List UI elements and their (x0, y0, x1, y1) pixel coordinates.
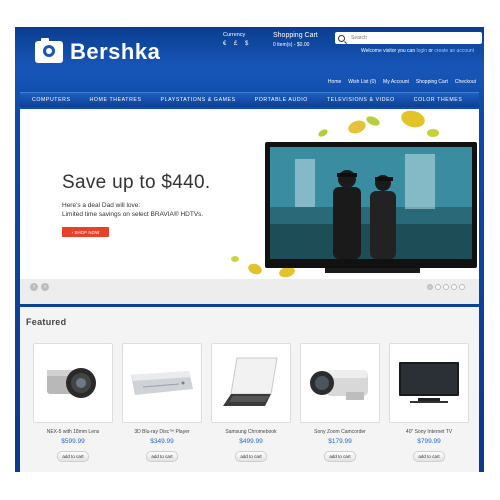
slider-dot[interactable] (443, 284, 449, 290)
add-to-cart-button[interactable]: add to cart (413, 451, 445, 462)
product-name[interactable]: 3D Blu-ray Disc™ Player (134, 429, 189, 435)
tv-banner-image (231, 110, 477, 278)
product-card: 40" Sony Internet TV $799.99 add to cart (389, 343, 469, 462)
product-card: NEX-5 with 18mm Lens $599.99 add to cart (33, 343, 113, 462)
slider-dot[interactable] (451, 284, 457, 290)
brand-name: Bershka (70, 39, 161, 64)
bluray-player-icon (131, 371, 193, 395)
header-cart[interactable]: Shopping Cart 0 item(s) - $0.00 (273, 32, 318, 48)
featured-title: Featured (26, 317, 67, 327)
slider-dot[interactable] (459, 284, 465, 290)
product-image[interactable] (389, 343, 469, 423)
main-nav: COMPUTERS HOME THEATRES PLAYSTATIONS & G… (20, 92, 479, 107)
nav-item-computers[interactable]: COMPUTERS (32, 97, 71, 103)
register-link[interactable]: create an account (434, 48, 474, 54)
product-price: $499.99 (239, 438, 263, 445)
search-input[interactable] (351, 35, 471, 41)
toplink-home[interactable]: Home (328, 79, 341, 85)
product-price: $349.99 (150, 438, 174, 445)
nav-item-portable-audio[interactable]: PORTABLE AUDIO (255, 97, 308, 103)
nav-item-televisions[interactable]: TELEVISIONS & VIDEO (327, 97, 395, 103)
add-to-cart-button[interactable]: add to cart (57, 451, 89, 462)
product-image[interactable] (33, 343, 113, 423)
add-to-cart-button[interactable]: add to cart (324, 451, 356, 462)
product-name[interactable]: 40" Sony Internet TV (406, 429, 452, 435)
product-name[interactable]: Sony Zoom Camcorder (314, 429, 366, 435)
nav-item-playstations[interactable]: PLAYSTATIONS & GAMES (161, 97, 236, 103)
add-to-cart-button[interactable]: add to cart (235, 451, 267, 462)
currency-label: Currency (223, 32, 246, 38)
page-frame: Bershka Currency € £ $ Shopping Cart 0 i… (15, 27, 484, 472)
product-image[interactable] (300, 343, 380, 423)
product-name[interactable]: Samsung Chromebook (225, 429, 276, 435)
featured-section: Featured NEX-5 with 18mm Lens $599.99 ad… (20, 307, 479, 472)
welcome-text: Welcome visitor you can (361, 48, 416, 54)
top-links: Home Wish List (0) My Account Shopping C… (328, 79, 476, 85)
slider-headline: Save up to $440. (62, 172, 211, 193)
welcome-message: Welcome visitor you can login or create … (361, 48, 474, 54)
product-card: Samsung Chromebook $499.99 add to cart (211, 343, 291, 462)
toplink-wishlist[interactable]: Wish List (0) (348, 79, 376, 85)
next-arrow-icon[interactable]: › (41, 283, 49, 291)
or-text: or (428, 48, 433, 54)
product-price: $799.99 (417, 438, 441, 445)
nav-item-home-theatres[interactable]: HOME THEATRES (90, 97, 142, 103)
login-link[interactable]: login (417, 48, 428, 54)
hero-slider: Save up to $440. Here's a deal Dad will … (20, 109, 479, 304)
product-price: $599.99 (61, 438, 85, 445)
currency-selector: Currency € £ $ (223, 32, 251, 47)
slider-pagination (427, 284, 465, 290)
tv-icon (399, 362, 459, 403)
product-name[interactable]: NEX-5 with 18mm Lens (47, 429, 100, 435)
product-card: Sony Zoom Camcorder $179.99 add to cart (300, 343, 380, 462)
toplink-account[interactable]: My Account (383, 79, 409, 85)
slider-arrows: ‹ › (30, 283, 49, 291)
cart-label: Shopping Cart (273, 32, 318, 39)
camera-icon (47, 368, 96, 398)
slider-dot[interactable] (427, 284, 433, 290)
shop-now-button[interactable]: › SHOP NOW (62, 227, 109, 237)
camera-logo-icon (35, 38, 63, 63)
toplink-checkout[interactable]: Checkout (455, 79, 476, 85)
add-to-cart-button[interactable]: add to cart (146, 451, 178, 462)
prev-arrow-icon[interactable]: ‹ (30, 283, 38, 291)
product-image[interactable] (122, 343, 202, 423)
nav-item-color-themes[interactable]: COLOR THEMES (414, 97, 463, 103)
currency-options[interactable]: € £ $ (223, 41, 251, 47)
slider-dot[interactable] (435, 284, 441, 290)
logo[interactable]: Bershka (35, 38, 161, 65)
toplink-cart[interactable]: Shopping Cart (416, 79, 448, 85)
product-price: $179.99 (328, 438, 352, 445)
product-card: 3D Blu-ray Disc™ Player $349.99 add to c… (122, 343, 202, 462)
slider-footer (20, 279, 479, 304)
product-image[interactable] (211, 343, 291, 423)
laptop-icon (223, 357, 278, 406)
search-box (335, 32, 482, 44)
search-icon[interactable] (338, 34, 345, 42)
cart-summary[interactable]: 0 item(s) - $0.00 (273, 42, 318, 48)
product-list: NEX-5 with 18mm Lens $599.99 add to cart… (33, 343, 469, 462)
camcorder-icon (310, 370, 368, 400)
